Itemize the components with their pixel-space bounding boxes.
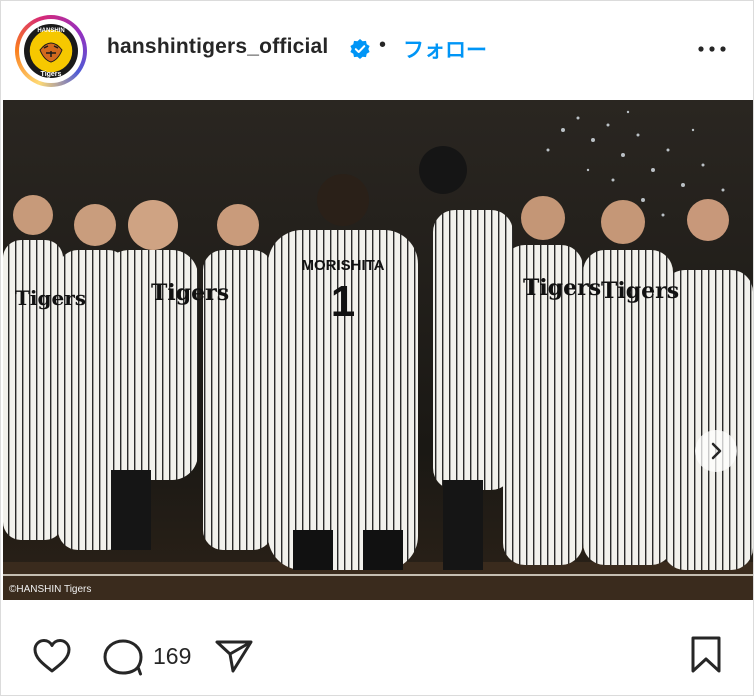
username[interactable]: hanshintigers_official [107,35,328,59]
comment-icon[interactable] [101,637,145,677]
logo-text-bottom: Tigers [41,71,62,78]
jersey-script-far-left: Tigers [15,286,86,310]
verified-badge-icon [350,39,370,59]
post-card: HANSHIN Tigers hanshintigers_official • … [0,0,754,696]
heart-icon[interactable] [31,637,73,675]
share-icon[interactable] [213,637,255,675]
comment-count: 169 [153,643,192,669]
jersey-script-left: Tigers [151,280,229,306]
separator-dot: • [379,34,387,56]
avatar[interactable]: HANSHIN Tigers [22,22,80,80]
carousel-next-button[interactable] [695,430,737,472]
follow-button[interactable]: フォロー [403,34,487,64]
post-image[interactable]: Tigers Tigers MORISHITA 1 Tigers Tigers [3,100,753,600]
jersey-script-right: Tigers [523,275,601,301]
jersey-script-right-2: Tigers [601,278,679,304]
logo-text-top: HANSHIN [37,28,64,34]
bookmark-icon[interactable] [689,635,723,675]
post-header: HANSHIN Tigers hanshintigers_official • … [1,1,754,99]
avatar-story-ring[interactable]: HANSHIN Tigers [15,15,87,87]
tigers-logo-icon: HANSHIN Tigers [24,24,78,78]
jersey-number: 1 [331,277,355,326]
celebration-photo: Tigers Tigers MORISHITA 1 Tigers Tigers [3,100,753,600]
more-options-icon[interactable] [696,39,728,59]
chevron-right-icon [711,442,722,460]
image-credit: ©HANSHIN Tigers [9,584,92,595]
jersey-name: MORISHITA [301,257,384,274]
post-actions [1,619,754,689]
